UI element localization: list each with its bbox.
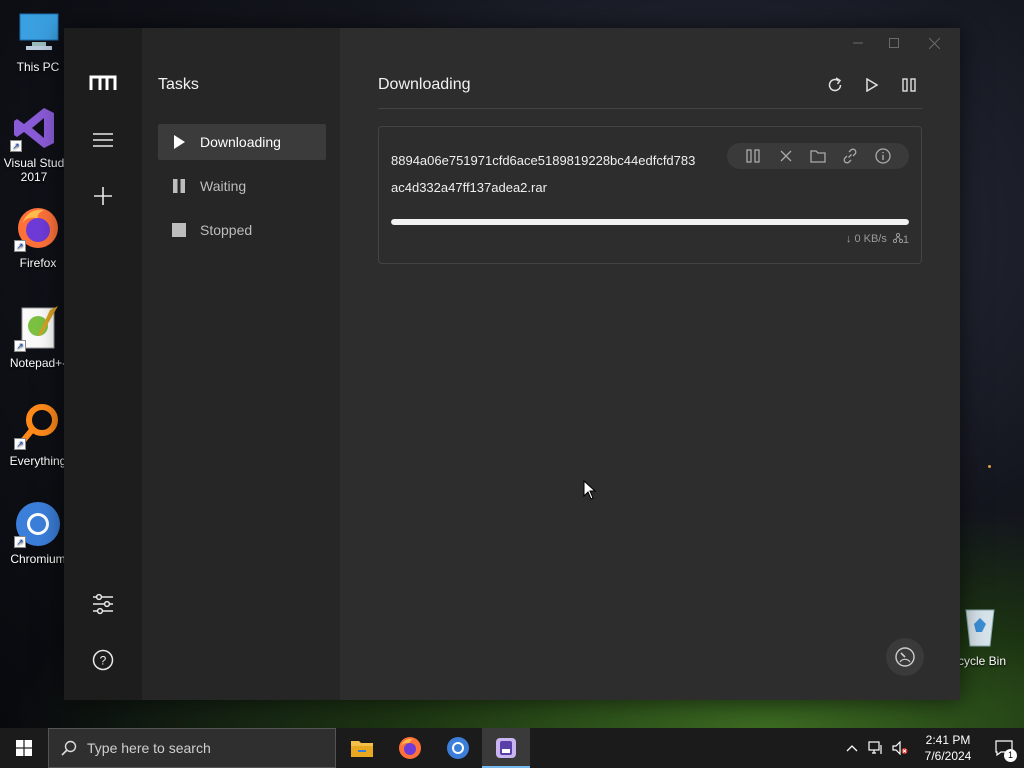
desktop-icon-recycle-bin[interactable]: cycle Bin <box>950 602 1024 668</box>
download-speed: ↓ 0 KB/s <box>845 233 887 245</box>
delete-task-icon[interactable] <box>776 146 796 166</box>
network-icon <box>868 741 882 754</box>
connections-count: 1 <box>902 234 909 246</box>
network-button[interactable] <box>864 728 888 768</box>
notification-badge: 1 <box>1004 749 1017 762</box>
task-name: 8894a06e751971cfd6ace5189819228bc44edfcf… <box>391 147 721 201</box>
main-panel: Downloading 8894a06e751971cfd6ace5189819… <box>340 28 960 700</box>
task-filter-waiting[interactable]: Waiting <box>158 168 326 204</box>
task-name-line: 8894a06e751971cfd6ace5189819228bc44edfcf… <box>391 153 696 168</box>
taskbar-chromium[interactable] <box>434 728 482 768</box>
info-icon[interactable] <box>873 146 893 166</box>
start-button[interactable] <box>0 728 48 768</box>
shortcut-arrow-icon: ↗ <box>14 536 26 548</box>
connections-icon <box>892 232 903 244</box>
task-name-line: ac4d332a47ff137adea2.rar <box>391 180 547 195</box>
play-icon <box>866 78 879 92</box>
header-divider <box>378 108 922 109</box>
everything-search-icon: ↗ <box>14 402 62 450</box>
nav-rail: ? <box>64 28 142 700</box>
task-filter-label: Downloading <box>200 134 281 150</box>
preferences-icon[interactable] <box>88 589 118 619</box>
task-stats: ↓ 0 KB/s 1 <box>845 232 909 246</box>
monitor-icon <box>14 8 62 56</box>
shortcut-arrow-icon: ↗ <box>14 240 26 252</box>
taskbar: Type here to search 2:41 PM 7/6/2024 1 <box>0 728 1024 768</box>
menu-icon[interactable] <box>88 125 118 155</box>
resume-all-button[interactable] <box>859 72 885 98</box>
task-filter-downloading[interactable]: Downloading <box>158 124 326 160</box>
minimize-button[interactable] <box>840 30 876 56</box>
taskbar-search-box[interactable]: Type here to search <box>48 728 336 768</box>
app-logo-icon <box>88 68 118 98</box>
task-card[interactable]: 8894a06e751971cfd6ace5189819228bc44edfcf… <box>378 126 922 264</box>
taskbar-motrix[interactable] <box>482 728 530 768</box>
speedometer-icon <box>895 647 915 667</box>
desktop-icon-label: cycle Bin <box>958 654 1007 668</box>
stop-icon <box>172 223 186 237</box>
action-center-button[interactable]: 1 <box>984 728 1024 768</box>
firefox-icon: ↗ <box>14 204 62 252</box>
pause-all-button[interactable] <box>896 72 922 98</box>
add-task-icon[interactable] <box>88 181 118 211</box>
close-icon <box>928 37 940 49</box>
task-filter-label: Stopped <box>200 222 253 238</box>
search-placeholder: Type here to search <box>87 740 211 756</box>
connections: 1 <box>892 232 909 246</box>
page-title: Downloading <box>378 76 471 93</box>
maximize-icon <box>889 38 899 48</box>
task-panel-title: Tasks <box>158 76 199 93</box>
pause-icon <box>172 179 186 193</box>
maximize-button[interactable] <box>876 30 912 56</box>
refresh-icon <box>828 77 842 92</box>
taskbar-file-explorer[interactable] <box>338 728 386 768</box>
link-icon[interactable] <box>840 146 860 166</box>
pause-icon <box>902 78 916 92</box>
desktop-icon-visual-studio[interactable]: ↗ Visual Stud 2017 <box>0 104 72 184</box>
shortcut-arrow-icon: ↗ <box>10 140 22 152</box>
clock-date: 7/6/2024 <box>924 749 972 763</box>
notepad-plus-plus-icon: ↗ <box>14 304 62 352</box>
chevron-up-icon <box>846 745 858 752</box>
shortcut-arrow-icon: ↗ <box>14 438 26 450</box>
search-icon <box>61 740 77 756</box>
visual-studio-icon: ↗ <box>10 104 58 152</box>
folder-icon[interactable] <box>808 146 828 166</box>
task-actions <box>727 143 909 169</box>
show-hidden-icons-button[interactable] <box>840 728 864 768</box>
play-icon <box>172 135 186 149</box>
chromium-icon: ↗ <box>14 500 62 548</box>
windows-logo-icon <box>16 740 32 756</box>
speed-limit-button[interactable] <box>886 638 924 676</box>
task-filter-stopped[interactable]: Stopped <box>158 212 326 248</box>
help-icon[interactable]: ? <box>88 645 118 675</box>
motrix-window: ? Tasks Downloading Waiting Stopped Down… <box>64 28 960 700</box>
motrix-app-icon <box>496 738 516 758</box>
svg-text:?: ? <box>100 654 107 668</box>
desktop-icon-label: Visual Stud 2017 <box>3 156 65 184</box>
pause-task-icon[interactable] <box>743 146 763 166</box>
volume-muted-icon <box>892 741 908 755</box>
chromium-icon <box>447 737 469 759</box>
task-list-panel: Tasks Downloading Waiting Stopped <box>142 28 340 700</box>
recycle-bin-icon <box>956 602 1004 650</box>
progress-fill <box>391 219 909 225</box>
clock[interactable]: 2:41 PM 7/6/2024 <box>912 732 984 764</box>
task-filter-label: Waiting <box>200 178 247 194</box>
system-tray: 2:41 PM 7/6/2024 1 <box>840 728 1024 768</box>
taskbar-firefox[interactable] <box>386 728 434 768</box>
shortcut-arrow-icon: ↗ <box>14 340 26 352</box>
close-button[interactable] <box>916 30 952 56</box>
minimize-icon <box>853 42 863 44</box>
mouse-cursor-icon <box>583 480 597 500</box>
firefox-icon <box>399 737 421 759</box>
wallpaper-star <box>988 465 991 468</box>
refresh-button[interactable] <box>822 72 848 98</box>
volume-button[interactable] <box>888 728 912 768</box>
clock-time: 2:41 PM <box>925 733 971 747</box>
folder-icon <box>351 741 373 757</box>
progress-bar <box>391 219 909 225</box>
